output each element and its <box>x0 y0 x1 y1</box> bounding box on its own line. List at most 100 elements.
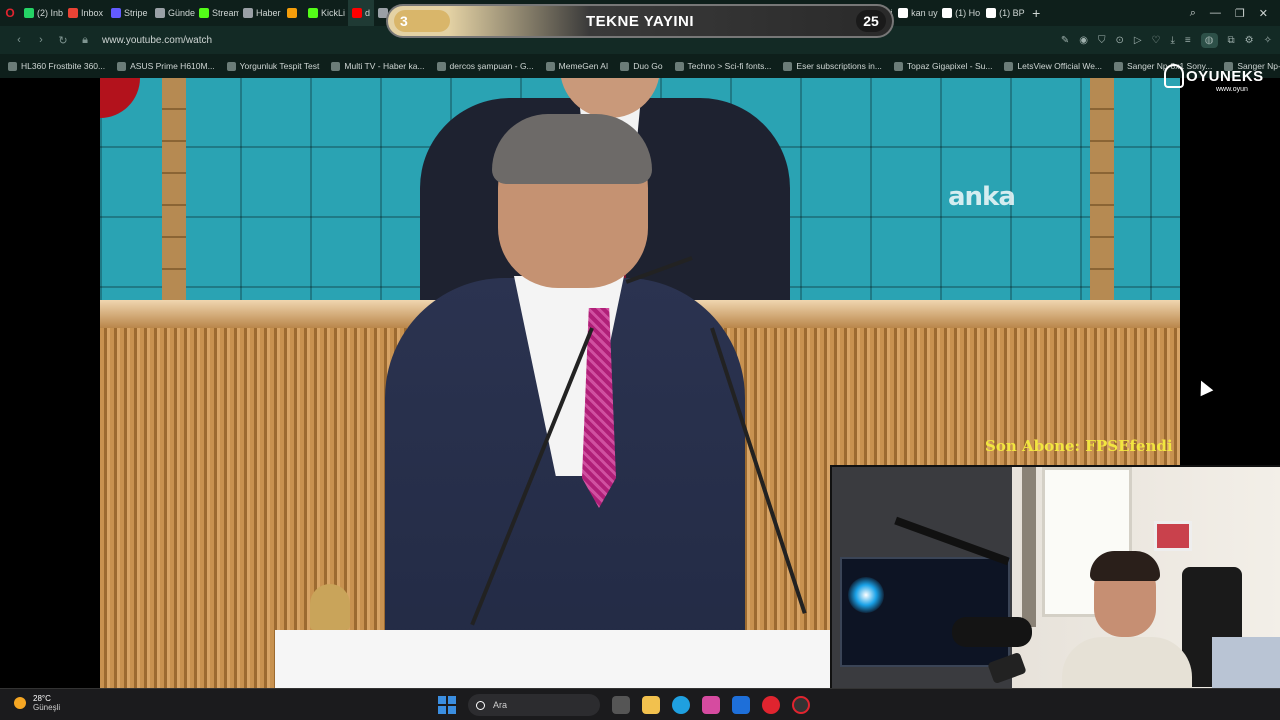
bookmark-item[interactable]: Topaz Gigapixel - Su... <box>893 61 992 71</box>
bookmark-item[interactable]: Eser subscriptions in... <box>783 61 882 71</box>
heart-icon[interactable]: ♡ <box>1152 35 1161 46</box>
bookmark-label: HL360 Frostbite 360... <box>21 61 106 71</box>
tab-label: Haber <box>256 8 281 18</box>
browser-tab[interactable]: (1) Ho <box>938 0 982 26</box>
bookmark-item[interactable]: LetsView Official We... <box>1004 61 1102 71</box>
bookmark-item[interactable]: dercos şampuan - G... <box>436 61 534 71</box>
bookmark-item[interactable]: Duo Go <box>620 61 663 71</box>
taskbar-apps: Ara <box>438 693 810 717</box>
bookmark-label: Eser subscriptions in... <box>796 61 882 71</box>
right-counter: 25 <box>856 10 886 32</box>
bookmark-icon <box>674 61 684 71</box>
bookmark-icon <box>620 61 630 71</box>
speaker-hair <box>492 114 652 184</box>
obs-icon[interactable] <box>792 696 810 714</box>
bookmark-label: dercos şampuan - G... <box>449 61 534 71</box>
tab-label: d <box>365 8 371 18</box>
store-icon[interactable] <box>732 696 750 714</box>
gmail-icon <box>68 8 78 18</box>
browser-tab[interactable]: KickLi <box>304 0 348 26</box>
opera-icon[interactable] <box>762 696 780 714</box>
brand-logo: OYUNEKS www.oyun <box>1160 60 1270 100</box>
close-button[interactable]: ✕ <box>1259 7 1268 20</box>
shield-icon[interactable]: ⛉ <box>1098 35 1106 46</box>
x-icon <box>986 8 997 18</box>
bookmark-item[interactable]: ASUS Prime H610M... <box>117 61 215 71</box>
whatsapp-icon <box>24 8 34 18</box>
restore-button[interactable]: ❐ <box>1235 7 1245 20</box>
taskbar-search[interactable]: Ara <box>468 694 600 716</box>
profile-icon[interactable]: ◍ <box>1200 32 1218 48</box>
download-icon[interactable]: ⤓ <box>1171 35 1175 46</box>
bookmark-label: MemeGen AI <box>558 61 609 71</box>
window-controls: ⌕ — ❐ ✕ <box>1190 0 1280 26</box>
windows-start-icon[interactable] <box>438 696 456 714</box>
edge-icon[interactable] <box>672 696 690 714</box>
doc-icon <box>155 8 166 18</box>
menu-icon[interactable]: ≡ <box>1185 35 1191 46</box>
ai-icon[interactable]: ✧ <box>1264 35 1272 46</box>
browser-tab[interactable]: (1) BP <box>982 0 1026 26</box>
browser-tab[interactable]: Günde <box>151 0 195 26</box>
browser-tab[interactable]: Haber <box>239 0 283 26</box>
bookmark-item[interactable]: Yorgunluk Tespit Test <box>226 61 319 71</box>
link-icon <box>308 8 319 18</box>
flow-icon[interactable]: ⊙ <box>1115 35 1123 46</box>
brand-name: OYUNEKS <box>1186 68 1264 85</box>
tab-label: Stream <box>212 8 240 18</box>
play-icon[interactable]: ▷ <box>1134 35 1142 46</box>
reload-button[interactable]: ↻ <box>52 34 74 47</box>
bookmark-item[interactable]: Multi TV - Haber ka... <box>331 61 425 71</box>
bookmark-item[interactable]: MemeGen AI <box>545 61 609 71</box>
opera-menu-icon[interactable]: O <box>0 0 20 26</box>
browser-tab[interactable]: d <box>348 0 375 26</box>
browser-tab[interactable] <box>283 0 304 26</box>
browser-tab[interactable]: Stripe <box>107 0 151 26</box>
bookmarks-bar: HL360 Frostbite 360... ASUS Prime H610M..… <box>0 54 1280 78</box>
streamer-mic <box>952 617 1032 647</box>
search-icon <box>476 700 485 710</box>
browser-tab[interactable]: Stream <box>195 0 239 26</box>
mouse-cursor <box>1194 377 1214 397</box>
minimize-button[interactable]: — <box>1210 7 1221 19</box>
tab-label: kan uy <box>911 8 938 18</box>
url-field[interactable]: www.youtube.com/watch <box>102 35 212 46</box>
edit-icon[interactable]: ✎ <box>1061 35 1069 46</box>
search-tabs-icon[interactable]: ⌕ <box>1190 7 1196 20</box>
wall-picture <box>1154 521 1192 551</box>
settings-icon[interactable]: ⚙ <box>1245 35 1254 46</box>
file-explorer-icon[interactable] <box>642 696 660 714</box>
tab-label: (2) Inb <box>37 8 64 18</box>
browser-tab[interactable]: (2) Inb <box>20 0 64 26</box>
temperature: 28°C <box>33 694 51 703</box>
podium <box>275 630 835 688</box>
copilot-icon[interactable] <box>702 696 720 714</box>
weather-widget[interactable]: 28°C Güneşli <box>14 694 60 712</box>
weather-condition: Güneşli <box>33 703 61 712</box>
browser-tab[interactable]: kan uy <box>894 0 938 26</box>
bookmark-icon <box>8 61 17 71</box>
tab-label: KickLi <box>321 8 346 18</box>
browser-tab[interactable]: Inbox <box>64 0 107 26</box>
camera-icon[interactable]: ◉ <box>1079 35 1088 46</box>
sun-icon <box>14 697 26 709</box>
bookmark-item[interactable]: HL360 Frostbite 360... <box>8 61 105 71</box>
tab-label: Inbox <box>81 8 104 18</box>
news-icon <box>243 8 254 18</box>
extensions-icon[interactable]: ⧉ <box>1228 35 1235 46</box>
back-button[interactable]: ‹ <box>8 34 30 46</box>
new-tab-button[interactable]: + <box>1026 5 1046 21</box>
google-icon <box>898 8 909 18</box>
youtube-icon <box>352 8 363 18</box>
streamer-hair <box>1090 551 1160 581</box>
rgb-fan <box>848 577 884 613</box>
streamer-body <box>1062 637 1192 690</box>
wall-pillar <box>162 78 186 300</box>
kick-icon <box>199 8 210 18</box>
task-view-icon[interactable] <box>612 696 630 714</box>
screen: O (2) Inb Inbox Stripe Günde Stream Haber Kick… <box>0 0 1280 720</box>
bookmark-item[interactable]: Techno > Sci-fi fonts... <box>674 61 771 71</box>
forward-button[interactable]: › <box>30 34 52 46</box>
room-curtain <box>1022 467 1036 627</box>
bookmark-label: LetsView Official We... <box>1017 61 1103 71</box>
